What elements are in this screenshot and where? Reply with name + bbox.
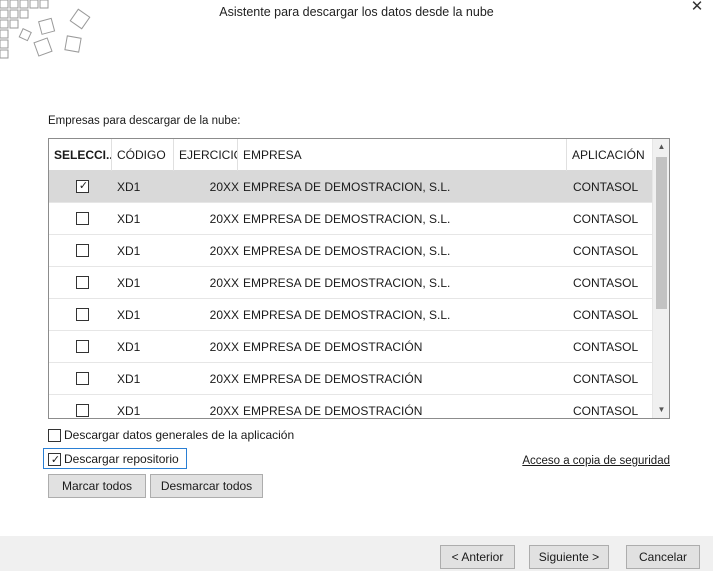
cell-year: 20XX xyxy=(209,276,239,290)
cell-code: XD1 xyxy=(117,244,141,258)
cancel-button[interactable]: Cancelar xyxy=(626,545,700,569)
cell-code: XD1 xyxy=(117,404,141,418)
general-data-option[interactable]: Descargar datos generales de la aplicaci… xyxy=(48,426,294,444)
cell-code: XD1 xyxy=(117,180,141,194)
cell-company: EMPRESA DE DEMOSTRACION, S.L. xyxy=(243,276,451,290)
row-select-checkbox[interactable] xyxy=(76,372,89,385)
cell-application: CONTASOL xyxy=(573,180,639,194)
cell-code: XD1 xyxy=(117,340,141,354)
checkmark-icon: ✓ xyxy=(50,453,61,466)
cell-application: CONTASOL xyxy=(573,276,639,290)
repository-label: Descargar repositorio xyxy=(64,452,179,466)
cell-application: CONTASOL xyxy=(573,340,639,354)
cell-year: 20XX xyxy=(209,340,239,354)
next-button[interactable]: Siguiente > xyxy=(529,545,609,569)
row-select-checkbox[interactable] xyxy=(76,340,89,353)
table-row[interactable]: XD1 20XX EMPRESA DE DEMOSTRACION, S.L. CONT… xyxy=(49,267,652,299)
cell-year: 20XX xyxy=(209,180,239,194)
row-select-checkbox[interactable] xyxy=(76,404,89,417)
row-select-checkbox[interactable] xyxy=(76,276,89,289)
row-select-checkbox[interactable] xyxy=(76,308,89,321)
repository-option[interactable]: ✓ Descargar repositorio xyxy=(48,450,179,468)
backup-link[interactable]: Acceso a copia de seguridad xyxy=(522,455,670,467)
table-row[interactable]: XD1 20XX EMPRESA DE DEMOSTRACIÓN CONTASOL xyxy=(49,395,652,418)
general-data-label: Descargar datos generales de la aplicaci… xyxy=(64,428,295,442)
deselect-all-button[interactable]: Desmarcar todos xyxy=(150,474,263,498)
chevron-up-icon[interactable]: ▲ xyxy=(653,139,669,155)
column-header-code[interactable]: CÓDIGO xyxy=(112,139,174,171)
close-icon[interactable]: ✕ xyxy=(689,0,705,16)
cell-application: CONTASOL xyxy=(573,308,639,322)
cell-company: EMPRESA DE DEMOSTRACIÓN xyxy=(243,404,423,418)
cell-company: EMPRESA DE DEMOSTRACION, S.L. xyxy=(243,244,451,258)
cell-application: CONTASOL xyxy=(573,212,639,226)
back-button[interactable]: < Anterior xyxy=(440,545,515,569)
cell-application: CONTASOL xyxy=(573,372,639,386)
cell-year: 20XX xyxy=(209,212,239,226)
column-header-year[interactable]: EJERCICIO xyxy=(174,139,238,171)
cell-year: 20XX xyxy=(209,404,239,418)
grid-header: SELECCI... CÓDIGO EJERCICIO EMPRESA APLI… xyxy=(49,139,652,171)
table-row[interactable]: XD1 20XX EMPRESA DE DEMOSTRACIÓN CONTASOL xyxy=(49,331,652,363)
row-select-checkbox[interactable] xyxy=(76,244,89,257)
column-header-select[interactable]: SELECCI... xyxy=(49,139,112,171)
checkmark-icon: ✓ xyxy=(78,180,89,192)
cell-company: EMPRESA DE DEMOSTRACIÓN xyxy=(243,340,423,354)
column-header-company[interactable]: EMPRESA xyxy=(238,139,567,171)
cell-code: XD1 xyxy=(117,212,141,226)
cell-year: 20XX xyxy=(209,372,239,386)
cell-code: XD1 xyxy=(117,308,141,322)
general-data-checkbox[interactable] xyxy=(48,428,61,442)
cell-year: 20XX xyxy=(209,308,239,322)
companies-grid[interactable]: SELECCI... CÓDIGO EJERCICIO EMPRESA APLI… xyxy=(48,138,670,419)
cell-application: CONTASOL xyxy=(573,244,639,258)
cell-company: EMPRESA DE DEMOSTRACION, S.L. xyxy=(243,308,451,322)
row-select-checkbox[interactable] xyxy=(76,212,89,225)
table-row[interactable]: XD1 20XX EMPRESA DE DEMOSTRACION, S.L. CONT… xyxy=(49,235,652,267)
cell-code: XD1 xyxy=(117,276,141,290)
cell-company: EMPRESA DE DEMOSTRACIÓN xyxy=(243,372,423,386)
table-row[interactable]: XD1 20XX EMPRESA DE DEMOSTRACION, S.L. CONT… xyxy=(49,299,652,331)
repository-checkbox[interactable]: ✓ xyxy=(48,452,61,466)
window-title: Asistente para descargar los datos desde… xyxy=(219,5,494,19)
cell-application: CONTASOL xyxy=(573,404,639,418)
scrollbar-thumb[interactable] xyxy=(656,157,667,309)
cell-company: EMPRESA DE DEMOSTRACION, S.L. xyxy=(243,212,451,226)
section-label: Empresas para descargar de la nube: xyxy=(48,115,241,127)
cell-year: 20XX xyxy=(209,244,239,258)
select-all-button[interactable]: Marcar todos xyxy=(48,474,146,498)
grid-scrollbar[interactable]: ▲ ▼ xyxy=(652,139,669,418)
column-header-application[interactable]: APLICACIÓN xyxy=(567,139,652,171)
table-row[interactable]: XD1 20XX EMPRESA DE DEMOSTRACIÓN CONTASOL xyxy=(49,363,652,395)
table-row[interactable]: XD1 20XX EMPRESA DE DEMOSTRACION, S.L. CONT… xyxy=(49,203,652,235)
cell-code: XD1 xyxy=(117,372,141,386)
row-select-checkbox[interactable]: ✓ xyxy=(76,180,89,193)
table-row[interactable]: ✓ XD1 20XX EMPRESA DE DEMOSTRACION, S.L. CON… xyxy=(49,171,652,203)
chevron-down-icon[interactable]: ▼ xyxy=(653,402,669,418)
cell-company: EMPRESA DE DEMOSTRACION, S.L. xyxy=(243,180,451,194)
